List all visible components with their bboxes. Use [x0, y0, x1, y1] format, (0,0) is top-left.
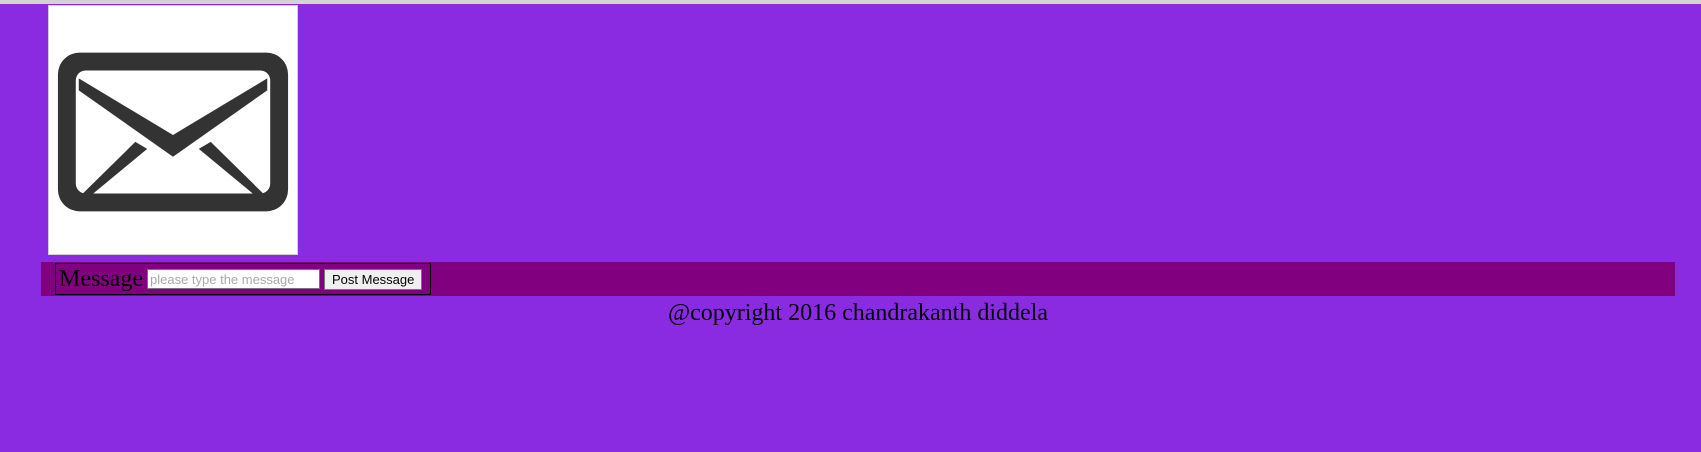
message-bar: Message Post Message [41, 262, 1675, 296]
message-form: Message Post Message [55, 263, 431, 295]
message-input[interactable] [146, 269, 320, 289]
message-label: Message [59, 266, 143, 292]
envelope-logo [48, 5, 298, 255]
post-message-button[interactable]: Post Message [323, 268, 423, 290]
copyright-text: @copyright 2016 chandrakanth diddela [668, 300, 1048, 326]
envelope-icon [57, 52, 289, 212]
